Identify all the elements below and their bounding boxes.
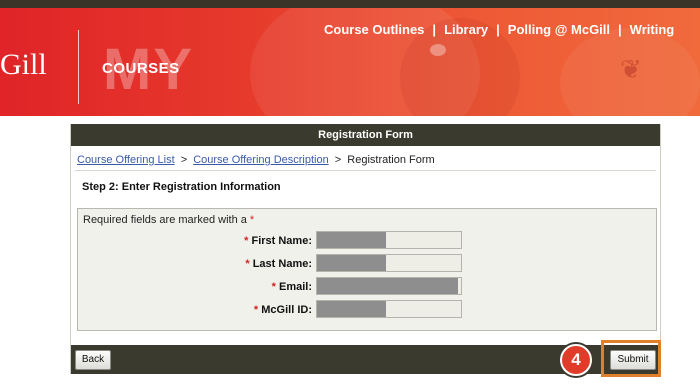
breadcrumb-course-offering-description[interactable]: Course Offering Description: [193, 154, 329, 166]
mcgill-id-label-text: McGill ID:: [261, 304, 312, 316]
nav-library[interactable]: Library: [444, 22, 488, 37]
nav-separator: |: [432, 22, 437, 37]
divider: [75, 170, 656, 171]
dove-icon: ❦: [620, 54, 642, 84]
nav-polling[interactable]: Polling @ McGill: [508, 22, 610, 37]
required-asterisk: *: [271, 281, 276, 293]
top-navigation: Course Outlines | Library | Polling @ McGill…: [324, 22, 674, 37]
last-name-label-text: Last Name:: [252, 258, 312, 270]
breadcrumb-separator: >: [180, 154, 188, 166]
mcgill-id-input[interactable]: [316, 300, 462, 318]
registration-panel: Registration Form Course Offering List >…: [70, 124, 661, 374]
nav-separator: |: [496, 22, 500, 37]
last-name-row: * Last Name:: [78, 254, 656, 274]
redaction-mask: [317, 232, 386, 248]
mcgill-id-row: * McGill ID:: [78, 300, 656, 320]
breadcrumb-current: Registration Form: [347, 154, 435, 166]
breadcrumb-separator: >: [334, 154, 342, 166]
redaction-mask: [317, 301, 386, 317]
last-name-label: * Last Name:: [245, 258, 312, 270]
first-name-input[interactable]: [316, 231, 462, 249]
mcgill-logo[interactable]: Gill: [0, 48, 47, 82]
required-asterisk: *: [244, 235, 249, 247]
email-label: * Email:: [272, 281, 312, 293]
breadcrumb-course-offering-list[interactable]: Course Offering List: [77, 154, 175, 166]
first-name-label: * First Name:: [244, 235, 312, 247]
back-button[interactable]: Back: [75, 350, 111, 370]
nav-course-outlines[interactable]: Course Outlines: [324, 22, 424, 37]
registration-fields: Required fields are marked with a * * Fi…: [77, 208, 657, 331]
step-number-badge: 4: [560, 344, 592, 376]
email-label-text: Email:: [278, 281, 312, 293]
last-name-input[interactable]: [316, 254, 462, 272]
breadcrumb: Course Offering List > Course Offering D…: [77, 154, 435, 166]
redaction-mask: [317, 255, 386, 271]
top-strip: [0, 0, 700, 8]
mcgill-id-label: * McGill ID:: [254, 304, 312, 316]
email-input[interactable]: [316, 277, 462, 295]
submit-highlight-box: [601, 340, 661, 377]
redaction-mask: [317, 278, 458, 294]
form-title: Registration Form: [71, 124, 660, 146]
required-note: Required fields are marked with a *: [83, 214, 254, 226]
required-note-text: Required fields are marked with a: [83, 214, 247, 226]
first-name-row: * First Name:: [78, 231, 656, 251]
mycourses-logo-courses[interactable]: COURSES: [102, 60, 180, 77]
nav-separator: |: [618, 22, 622, 37]
logo-divider: [78, 30, 79, 104]
required-asterisk: *: [249, 214, 255, 226]
required-asterisk: *: [253, 304, 259, 316]
site-banner: ❦ Gill MY COURSES Course Outlines | Librar…: [0, 8, 700, 116]
nav-writing[interactable]: Writing: [630, 22, 675, 37]
first-name-label-text: First Name:: [251, 235, 312, 247]
step-title: Step 2: Enter Registration Information: [82, 181, 281, 193]
email-row: * Email:: [78, 277, 656, 297]
bird-icon: [430, 44, 446, 56]
required-asterisk: *: [245, 258, 250, 270]
